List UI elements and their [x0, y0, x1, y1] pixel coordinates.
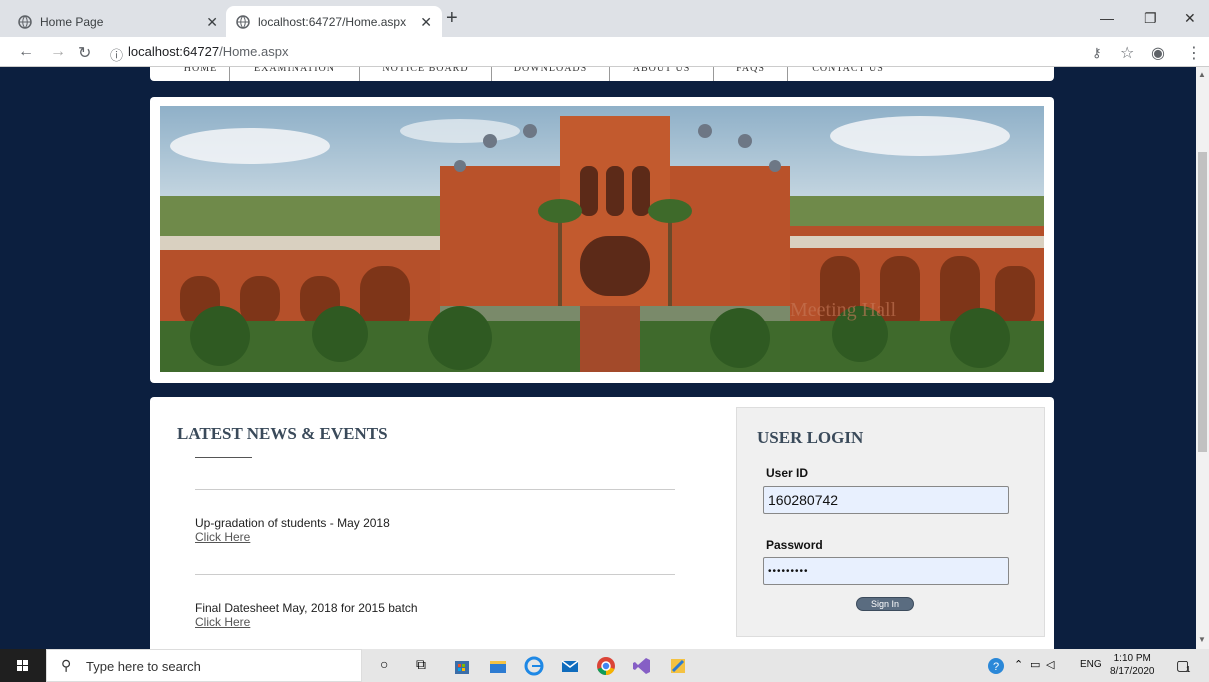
userid-input[interactable]	[763, 486, 1009, 514]
start-button[interactable]	[0, 649, 46, 682]
scroll-down-icon[interactable]: ▼	[1198, 635, 1206, 644]
svg-text:?: ?	[993, 661, 999, 673]
menu-item-notice-board[interactable]: NOTICE BOARD	[360, 67, 492, 81]
globe-icon	[18, 14, 32, 29]
notification-count: 1	[1186, 665, 1191, 674]
info-icon[interactable]: ⓘ	[110, 45, 123, 64]
page-viewport: HOME EXAMINATION NOTICE BOARD DOWNLOADS …	[0, 67, 1196, 649]
banner-watermark: Meeting Hall	[790, 299, 897, 321]
search-icon: ⚲	[61, 657, 72, 673]
clock-time: 1:10 PM	[1113, 653, 1151, 664]
new-tab-icon[interactable]: +	[446, 8, 458, 28]
minimize-icon[interactable]: —	[1100, 10, 1114, 26]
cortana-icon[interactable]: ○	[380, 656, 400, 676]
star-icon[interactable]: ☆	[1120, 43, 1134, 63]
banner-panel: Meeting Hall	[150, 97, 1054, 383]
taskbar-search[interactable]: ⚲ Type here to search	[46, 649, 362, 682]
news-item-link[interactable]: Click Here	[195, 615, 250, 629]
content-panel: LATEST NEWS & EVENTS Up-gradation of stu…	[150, 397, 1054, 649]
clock-date: 8/17/2020	[1110, 666, 1155, 677]
tab-title: Home Page	[40, 14, 104, 29]
task-view-icon[interactable]: ⧉	[416, 656, 436, 676]
windows-taskbar: ⚲ Type here to search ○ ⧉ ? ⌃ ▭ ◁ ENG 1:…	[0, 649, 1209, 682]
news-item-link[interactable]: Click Here	[195, 530, 250, 544]
visual-studio-icon[interactable]	[632, 656, 652, 676]
divider	[195, 489, 675, 490]
scroll-thumb[interactable]	[1198, 152, 1207, 452]
tab-home-page[interactable]: Home Page ✕	[8, 6, 228, 37]
account-icon[interactable]: ◉	[1151, 43, 1165, 63]
tab-title: localhost:64727/Home.aspx	[258, 14, 407, 29]
scroll-up-icon[interactable]: ▲	[1198, 70, 1206, 79]
menu-item-downloads[interactable]: DOWNLOADS	[492, 67, 610, 81]
forward-icon[interactable]: →	[50, 43, 66, 61]
network-icon[interactable]: ▭	[1030, 658, 1040, 671]
search-placeholder: Type here to search	[86, 659, 201, 674]
sign-in-button[interactable]: Sign In	[856, 597, 914, 611]
news-title: LATEST NEWS & EVENTS	[177, 424, 388, 443]
back-icon[interactable]: ←	[18, 43, 34, 61]
language-indicator[interactable]: ENG	[1080, 659, 1102, 670]
url-field[interactable]: localhost:64727/Home.aspx	[128, 44, 288, 59]
tab-home-aspx[interactable]: localhost:64727/Home.aspx ✕	[226, 6, 442, 37]
top-menu: HOME EXAMINATION NOTICE BOARD DOWNLOADS …	[150, 67, 1054, 81]
address-bar: ← → ↻ ⓘ localhost:64727/Home.aspx ⚷ ☆ ◉ …	[0, 37, 1209, 67]
url-host: localhost:64727	[128, 44, 220, 59]
key-icon[interactable]: ⚷	[1092, 45, 1102, 61]
password-label: Password	[766, 538, 823, 552]
app-icon[interactable]	[668, 656, 688, 676]
file-explorer-icon[interactable]	[488, 656, 508, 676]
close-window-icon[interactable]: ✕	[1184, 10, 1196, 27]
menu-item-about-us[interactable]: ABOUT US	[610, 67, 714, 81]
divider	[195, 574, 675, 575]
volume-icon[interactable]: ◁	[1046, 658, 1054, 671]
userid-label: User ID	[766, 466, 809, 480]
news-item-text: Final Datesheet May, 2018 for 2015 batch	[195, 601, 418, 615]
mail-icon[interactable]	[560, 656, 580, 676]
windows-logo-icon	[17, 660, 28, 671]
chevron-up-icon[interactable]: ⌃	[1014, 658, 1023, 671]
chrome-icon[interactable]	[596, 656, 616, 676]
menu-item-contact-us[interactable]: CONTACT US	[788, 67, 908, 81]
browser-tab-bar: Home Page ✕ localhost:64727/Home.aspx ✕ …	[0, 0, 1209, 37]
store-icon[interactable]	[452, 656, 472, 676]
restore-icon[interactable]: ❐	[1144, 10, 1157, 27]
login-panel: USER LOGIN User ID Password Sign In	[736, 407, 1045, 637]
menu-item-examination[interactable]: EXAMINATION	[230, 67, 360, 81]
title-underline	[195, 457, 252, 458]
help-icon[interactable]: ?	[986, 656, 1006, 676]
password-input[interactable]	[763, 557, 1009, 585]
edge-icon[interactable]	[524, 656, 544, 676]
clock[interactable]: 1:10 PM 8/17/2020	[1110, 652, 1155, 678]
page-scrollbar[interactable]: ▲ ▼	[1196, 67, 1209, 649]
menu-icon[interactable]: ⋮	[1186, 43, 1202, 63]
close-tab-icon[interactable]: ✕	[206, 14, 218, 31]
login-title: USER LOGIN	[757, 428, 864, 447]
reload-icon[interactable]: ↻	[78, 43, 91, 63]
globe-icon	[236, 14, 250, 29]
menu-item-faqs[interactable]: FAQS	[714, 67, 788, 81]
url-path: /Home.aspx	[219, 44, 289, 59]
campus-banner-image: Meeting Hall	[160, 106, 1044, 372]
close-tab-icon[interactable]: ✕	[420, 14, 432, 31]
news-item-text: Up-gradation of students - May 2018	[195, 516, 390, 530]
menu-item-home[interactable]: HOME	[172, 67, 230, 81]
